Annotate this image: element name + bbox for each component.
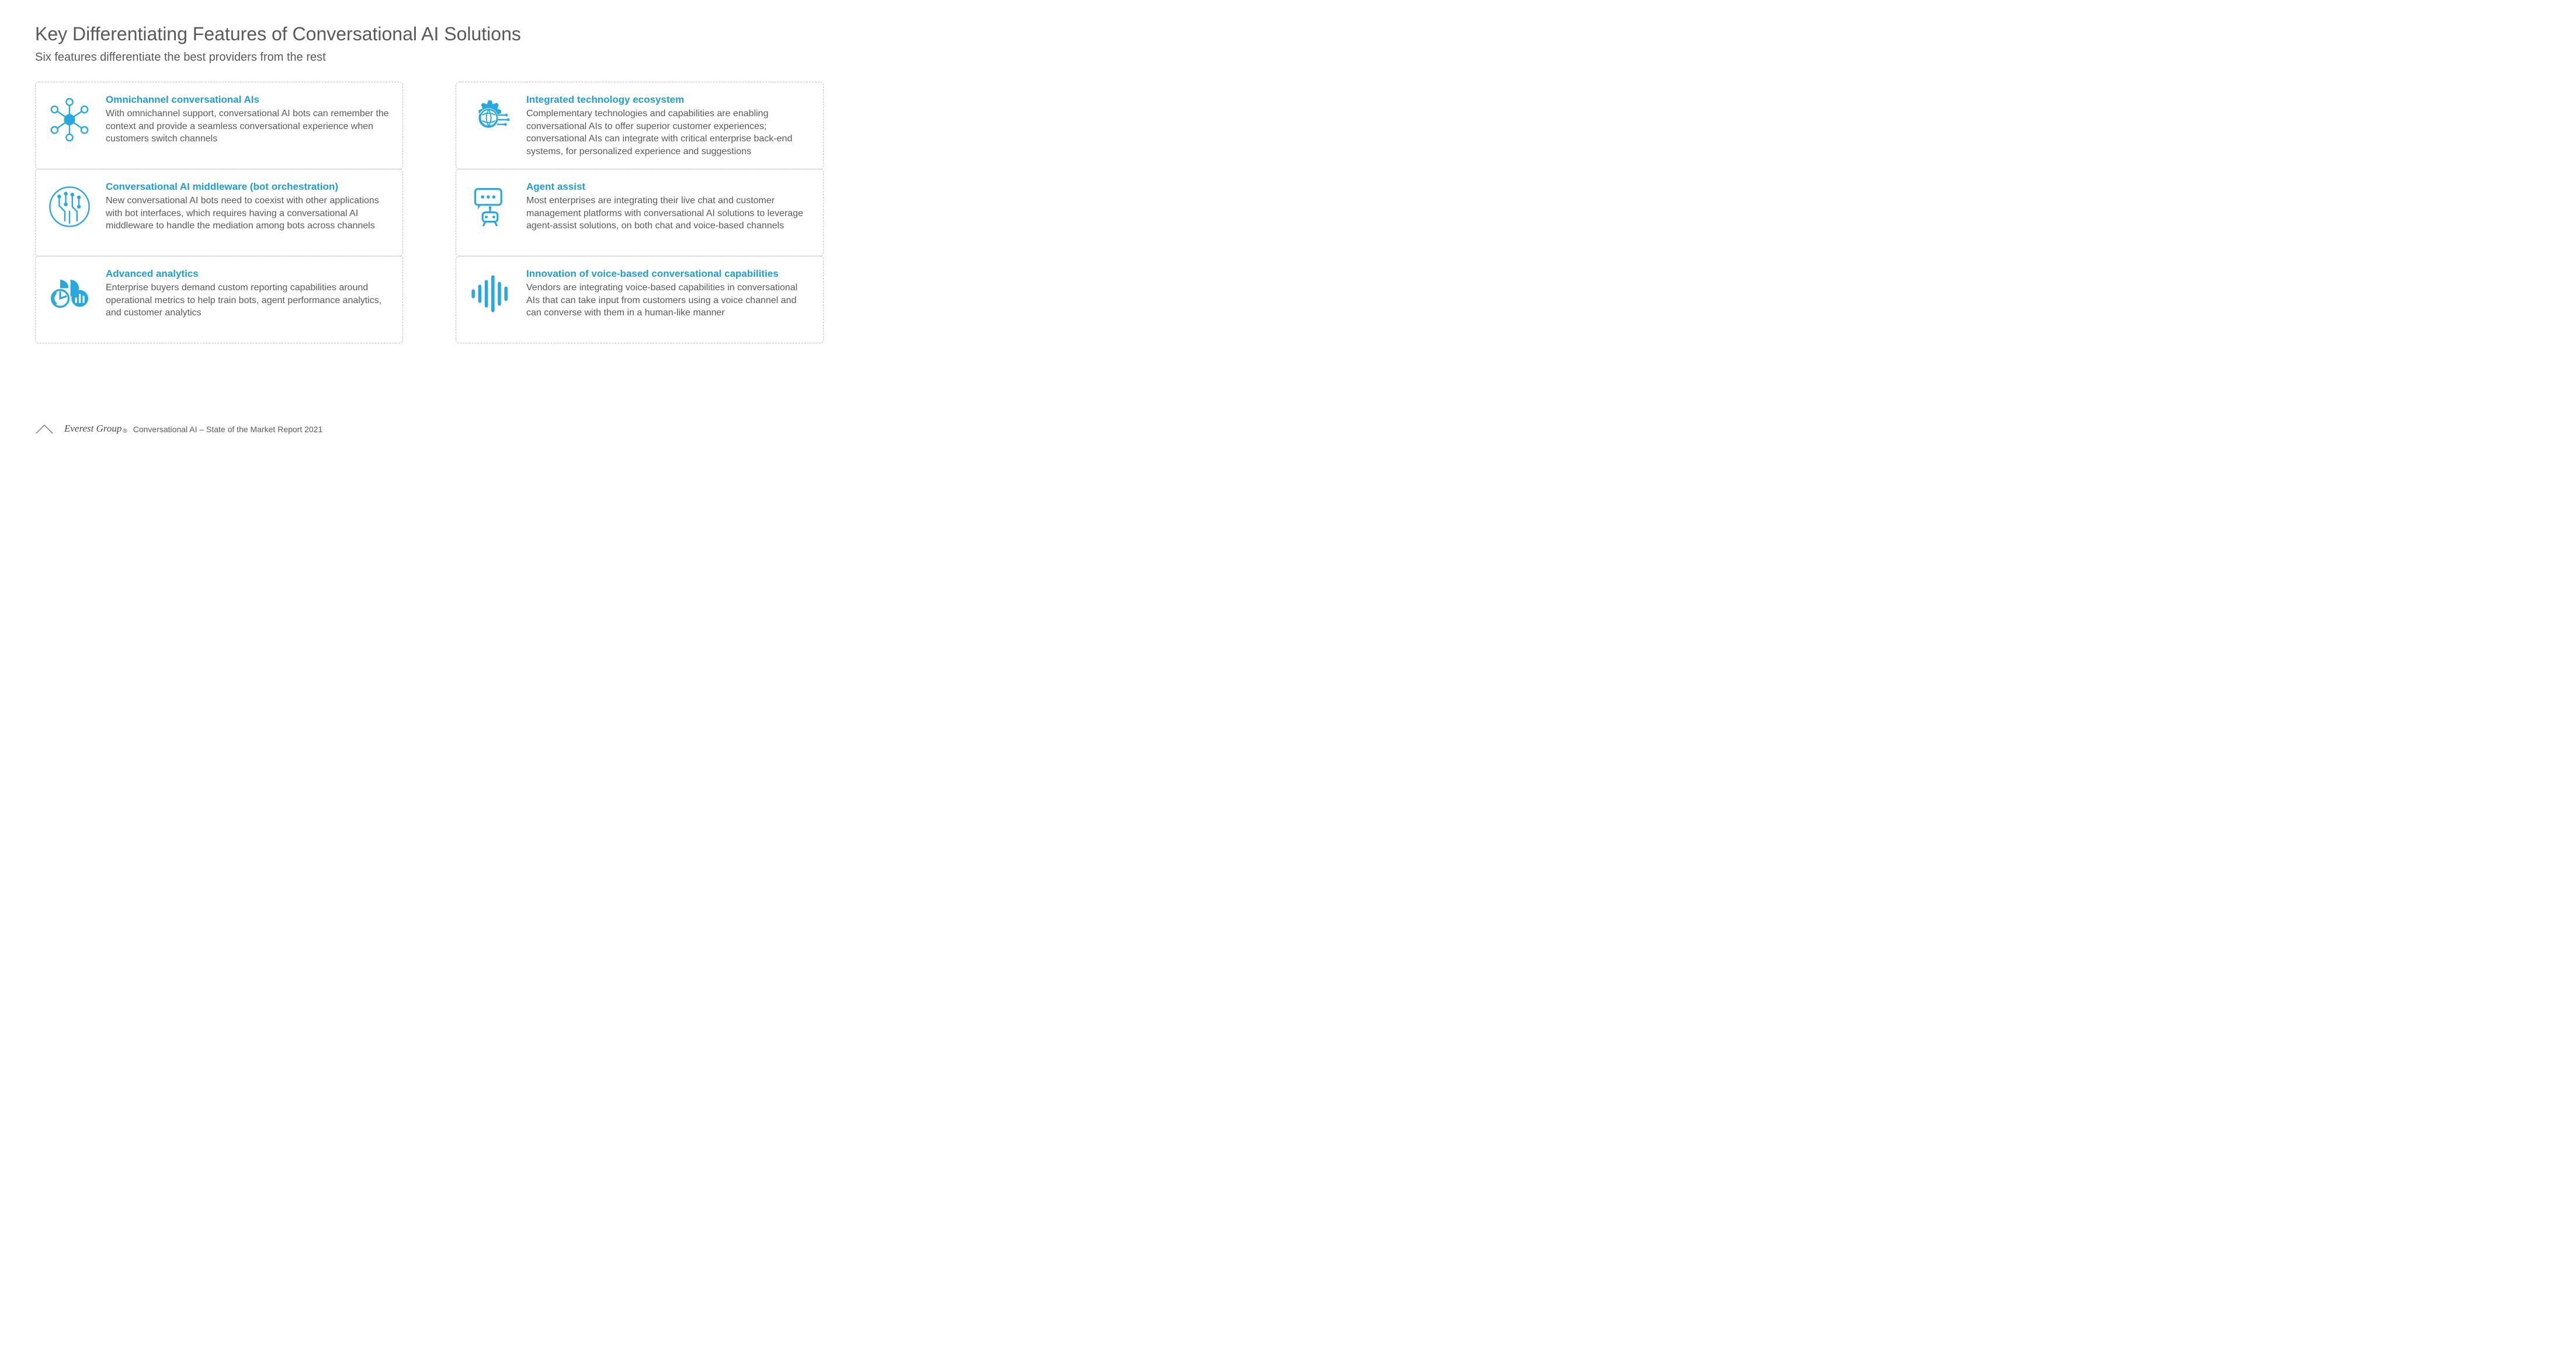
feature-card: Innovation of voice-based conversational… [456, 256, 824, 343]
feature-card: Advanced analytics Enterprise buyers dem… [35, 256, 403, 343]
card-title: Integrated technology ecosystem [526, 94, 811, 106]
footer: Everest Group® Conversational AI – State… [35, 423, 322, 435]
footer-report-name: Conversational AI – State of the Market … [133, 425, 323, 435]
network-nodes-icon [46, 96, 93, 143]
card-text: Conversational AI middleware (bot orches… [106, 180, 391, 232]
card-desc: Enterprise buyers demand custom reportin… [106, 281, 391, 319]
footer-logo: Everest Group® [64, 423, 127, 435]
card-title: Conversational AI middleware (bot orches… [106, 181, 391, 193]
card-text: Agent assist Most enterprises are integr… [526, 180, 811, 232]
circuit-board-icon [46, 183, 93, 230]
card-desc: New conversational AI bots need to coexi… [106, 194, 391, 232]
feature-card: Conversational AI middleware (bot orches… [35, 169, 403, 256]
card-title: Innovation of voice-based conversational… [526, 268, 811, 280]
right-column: Integrated technology ecosystem Compleme… [456, 82, 824, 343]
page-subtitle: Six features differentiate the best prov… [35, 51, 824, 64]
audio-wave-icon [467, 270, 513, 317]
card-desc: Most enterprises are integrating their l… [526, 194, 811, 232]
feature-card: Integrated technology ecosystem Compleme… [456, 82, 824, 169]
logo-peak-icon [35, 423, 60, 435]
card-desc: Complementary technologies and capabilit… [526, 107, 811, 158]
left-column: Omnichannel conversational AIs With omni… [35, 82, 403, 343]
registered-mark: ® [123, 428, 127, 435]
card-text: Advanced analytics Enterprise buyers dem… [106, 267, 391, 319]
card-title: Advanced analytics [106, 268, 391, 280]
card-desc: With omnichannel support, conversational… [106, 107, 391, 145]
card-title: Omnichannel conversational AIs [106, 94, 391, 106]
feature-card: Omnichannel conversational AIs With omni… [35, 82, 403, 169]
card-text: Innovation of voice-based conversational… [526, 267, 811, 319]
gear-globe-icon [467, 96, 513, 143]
analytics-icon [46, 270, 93, 317]
feature-columns: Omnichannel conversational AIs With omni… [35, 82, 824, 343]
card-desc: Vendors are integrating voice-based capa… [526, 281, 811, 319]
page-title: Key Differentiating Features of Conversa… [35, 23, 824, 45]
card-text: Integrated technology ecosystem Compleme… [526, 93, 811, 158]
card-text: Omnichannel conversational AIs With omni… [106, 93, 391, 145]
chat-bot-icon [467, 183, 513, 230]
card-title: Agent assist [526, 181, 811, 193]
footer-brand: Everest Group [64, 423, 121, 435]
feature-card: Agent assist Most enterprises are integr… [456, 169, 824, 256]
